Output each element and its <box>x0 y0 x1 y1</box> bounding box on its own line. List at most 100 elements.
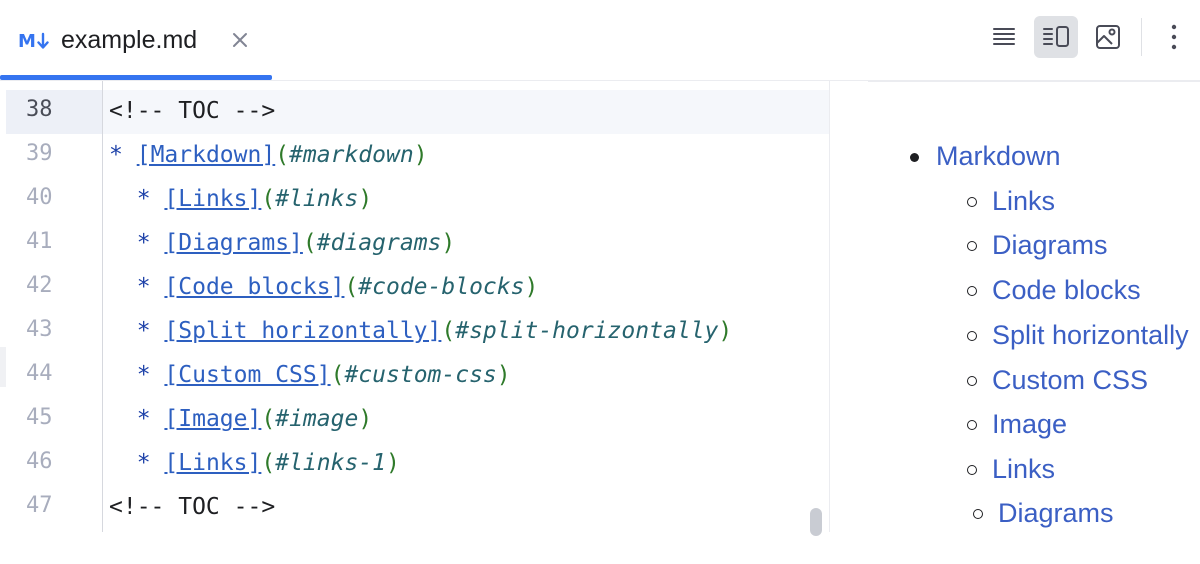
code-line[interactable]: * [Diagrams](#diagrams) <box>103 222 829 266</box>
preview-link-image[interactable]: Image <box>992 409 1067 440</box>
close-icon[interactable] <box>230 30 250 50</box>
preview-only-icon <box>1096 25 1120 49</box>
preview-link-links-1[interactable]: Links <box>992 454 1055 485</box>
line-number[interactable]: 39 <box>0 134 102 178</box>
link-text[interactable]: [Custom CSS] <box>164 362 330 388</box>
editor-tab-bar: M example.md <box>0 0 1200 81</box>
list-bullet-circle <box>967 197 977 207</box>
link-paren-close: ) <box>358 186 373 212</box>
link-text[interactable]: [Split horizontally] <box>164 318 441 344</box>
link-text[interactable]: [Links] <box>164 186 261 212</box>
link-text[interactable]: [Image] <box>164 406 261 432</box>
tab-title: example.md <box>61 26 198 54</box>
line-number-text: 42 <box>26 273 53 298</box>
markdown-preview: Markdown Links Diagrams Code blocks Spli… <box>830 81 1200 532</box>
preview-link-split-horizontally[interactable]: Split horizontally <box>992 320 1189 351</box>
line-number-text: 44 <box>26 361 53 386</box>
line-number-text: 43 <box>26 317 53 342</box>
toc-comment: <!-- TOC --> <box>109 98 276 124</box>
more-options-button[interactable] <box>1152 16 1196 58</box>
list-bullet-circle <box>967 376 977 386</box>
link-paren-open: ( <box>275 142 290 168</box>
line-number[interactable]: 42 <box>0 266 102 310</box>
list-bullet: * <box>136 274 151 300</box>
line-number[interactable]: 46 <box>0 442 102 486</box>
preview-link-code-blocks[interactable]: Code blocks <box>992 275 1141 306</box>
editor-and-preview-icon <box>1043 26 1069 47</box>
active-tab-indicator <box>0 75 272 80</box>
list-bullet-circle <box>967 420 977 430</box>
line-number[interactable]: 38 <box>6 90 102 134</box>
code-line[interactable]: * [Custom CSS](#custom-css) <box>103 354 829 398</box>
line-number-text: 38 <box>26 97 53 122</box>
line-number[interactable]: 47 <box>0 486 102 530</box>
code-line[interactable]: * [Code blocks](#code-blocks) <box>103 266 829 310</box>
preview-link-diagrams[interactable]: Diagrams <box>992 230 1108 261</box>
line-number-text: 39 <box>26 141 53 166</box>
link-paren-close: ) <box>718 318 733 344</box>
preview-link-markdown[interactable]: Markdown <box>936 141 1061 172</box>
preview-only-button[interactable] <box>1086 16 1130 58</box>
link-url: #links <box>275 186 359 212</box>
preview-link-custom-css[interactable]: Custom CSS <box>992 365 1148 396</box>
link-url: #markdown <box>289 142 414 168</box>
list-bullet-circle <box>967 286 977 296</box>
code-line[interactable]: * [Links](#links) <box>103 178 829 222</box>
toolbar-separator <box>1141 18 1142 56</box>
link-paren-close: ) <box>358 406 373 432</box>
code-line[interactable]: * [Image](#image) <box>103 398 829 442</box>
code-line[interactable]: * [Links](#links-1) <box>103 442 829 486</box>
list-bullet: * <box>109 142 123 168</box>
list-bullet: * <box>136 318 151 344</box>
list-bullet: * <box>136 362 151 388</box>
link-paren-open: ( <box>261 406 276 432</box>
link-paren-close: ) <box>386 450 400 476</box>
line-number-text: 40 <box>26 185 53 210</box>
link-url: #custom-css <box>344 362 497 388</box>
editor-only-button[interactable] <box>982 16 1026 58</box>
list-bullet-circle <box>967 465 977 475</box>
line-number-text: 47 <box>26 493 53 518</box>
editor-and-preview-button[interactable] <box>1034 16 1078 58</box>
line-number[interactable]: 43 <box>0 310 102 354</box>
editor-only-icon <box>993 28 1015 45</box>
line-number-text: 46 <box>26 449 53 474</box>
line-number[interactable]: 41 <box>0 222 102 266</box>
preview-link-diagrams-2[interactable]: Diagrams <box>998 498 1114 529</box>
list-bullet: * <box>136 406 151 432</box>
list-bullet-circle <box>973 509 983 519</box>
code-line[interactable]: <!-- TOC --> <box>103 90 829 134</box>
line-number[interactable]: 45 <box>0 398 102 442</box>
markdown-icon: M <box>18 30 49 52</box>
list-bullet-circle <box>967 331 977 341</box>
link-text[interactable]: [Code blocks] <box>164 274 344 300</box>
list-bullet: * <box>136 230 151 256</box>
preview-link-links[interactable]: Links <box>992 186 1055 217</box>
link-paren-close: ) <box>524 274 539 300</box>
code-line[interactable]: * [Split horizontally](#split-horizontal… <box>103 310 829 354</box>
link-url: #image <box>275 406 359 432</box>
link-text[interactable]: [Markdown] <box>137 142 275 168</box>
markdown-editor[interactable]: <!-- TOC --> * [Markdown](#markdown) * [… <box>102 81 830 532</box>
link-url: #split-horizontally <box>455 318 719 344</box>
link-paren-open: ( <box>302 230 317 256</box>
list-bullet-circle <box>967 241 977 251</box>
link-url: #diagrams <box>316 230 442 256</box>
markdown-icon-label: M <box>18 30 36 52</box>
line-number-text: 45 <box>26 405 53 430</box>
line-number[interactable]: 44 <box>0 354 102 398</box>
link-paren-open: ( <box>330 362 345 388</box>
line-number-gutter: 38 39 40 41 42 43 44 45 46 47 <box>0 81 102 532</box>
link-paren-open: ( <box>441 318 456 344</box>
code-line[interactable]: <!-- TOC --> <box>103 486 829 530</box>
toc-comment: <!-- TOC --> <box>109 494 276 520</box>
code-line[interactable]: * [Markdown](#markdown) <box>103 134 829 178</box>
link-url: #code-blocks <box>358 274 525 300</box>
line-number[interactable]: 40 <box>0 178 102 222</box>
link-text[interactable]: [Diagrams] <box>164 230 302 256</box>
tab-example-md[interactable]: M example.md <box>0 0 272 80</box>
link-text[interactable]: [Links] <box>164 450 261 476</box>
